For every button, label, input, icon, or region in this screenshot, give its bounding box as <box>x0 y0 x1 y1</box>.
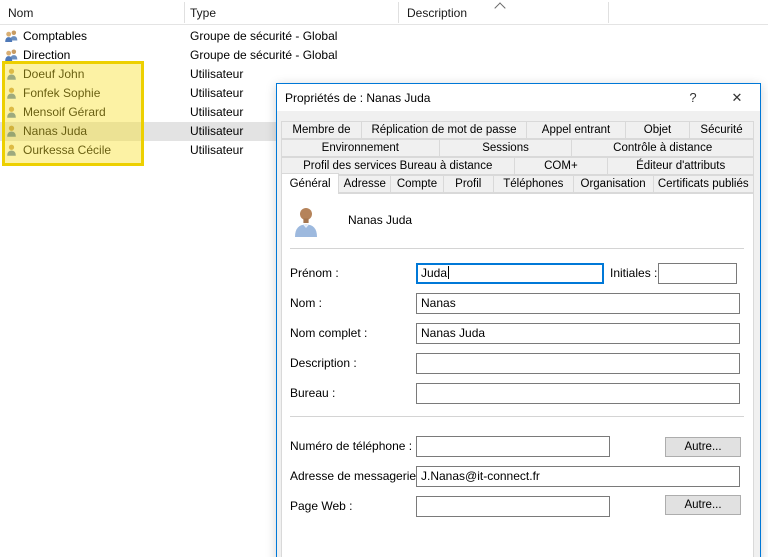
bureau-input[interactable] <box>416 383 740 404</box>
tab-replication[interactable]: Réplication de mot de passe <box>361 121 527 139</box>
column-divider[interactable] <box>608 2 609 23</box>
row-type: Groupe de sécurité - Global <box>190 48 338 62</box>
properties-dialog: Propriétés de : Nanas Juda ? ✕ Membre de… <box>276 83 761 557</box>
tab-securite[interactable]: Sécurité <box>689 121 754 139</box>
tab-row-2: Environnement Sessions Contrôle à distan… <box>281 139 754 157</box>
tab-controle-a-distance[interactable]: Contrôle à distance <box>571 139 754 157</box>
row-type: Utilisateur <box>190 143 244 157</box>
user-avatar-icon <box>295 208 317 237</box>
row-type: Utilisateur <box>190 86 244 100</box>
prenom-label: Prénom : <box>290 266 339 280</box>
row-name: Comptables <box>23 29 88 43</box>
group-icon <box>5 30 18 42</box>
column-divider[interactable] <box>184 2 185 23</box>
help-button[interactable]: ? <box>678 84 708 111</box>
nom-complet-input[interactable]: Nanas Juda <box>416 323 740 344</box>
close-icon[interactable]: ✕ <box>722 84 752 111</box>
tab-editeur-attributs[interactable]: Éditeur d'attributs <box>607 157 754 175</box>
dialog-title: Propriétés de : Nanas Juda <box>285 91 431 105</box>
list-row-comptables[interactable]: Comptables Groupe de sécurité - Global <box>0 27 610 46</box>
messagerie-input[interactable]: J.Nanas@it-connect.fr <box>416 466 740 487</box>
row-type: Groupe de sécurité - Global <box>190 29 338 43</box>
column-header-description[interactable]: Description <box>407 6 467 20</box>
row-type: Utilisateur <box>190 124 244 138</box>
page-web-input[interactable] <box>416 496 610 517</box>
description-input[interactable] <box>416 353 740 374</box>
tab-row-4: Général Adresse Compte Profil Téléphones… <box>281 173 755 194</box>
yellow-highlight-annotation <box>2 61 144 166</box>
tab-environnement[interactable]: Environnement <box>281 139 440 157</box>
page-web-autre-button[interactable]: Autre... <box>665 495 741 515</box>
section-divider <box>290 248 744 249</box>
messagerie-label: Adresse de messagerie : <box>290 469 423 483</box>
tab-sessions[interactable]: Sessions <box>438 139 573 157</box>
tab-strip: Membre de Réplication de mot de passe Ap… <box>281 121 755 194</box>
initiales-input[interactable] <box>658 263 737 284</box>
tab-profil[interactable]: Profil <box>442 175 494 193</box>
tab-com-plus[interactable]: COM+ <box>513 157 609 175</box>
tab-certificats-publies[interactable]: Certificats publiés <box>652 175 755 193</box>
telephone-label: Numéro de téléphone : <box>290 439 413 453</box>
general-tab-pane: Nanas Juda Prénom : Juda Initiales : Nom… <box>281 193 754 557</box>
prenom-input[interactable]: Juda <box>416 263 604 284</box>
nom-value: Nanas <box>421 296 456 310</box>
tab-objet[interactable]: Objet <box>625 121 690 139</box>
tab-row-3: Profil des services Bureau à distance CO… <box>281 157 754 175</box>
column-divider[interactable] <box>398 2 399 23</box>
tab-row-1: Membre de Réplication de mot de passe Ap… <box>281 121 754 139</box>
tab-membre-de[interactable]: Membre de <box>281 121 362 139</box>
dialog-titlebar[interactable]: Propriétés de : Nanas Juda ? ✕ <box>277 84 760 111</box>
messagerie-value: J.Nanas@it-connect.fr <box>421 469 540 483</box>
description-label: Description : <box>290 356 357 370</box>
sort-ascending-icon <box>494 2 506 14</box>
prenom-value: Juda <box>421 266 448 280</box>
bureau-label: Bureau : <box>290 386 336 400</box>
initiales-label: Initiales : <box>610 266 658 280</box>
list-header: Nom Type Description <box>0 0 768 25</box>
nom-complet-value: Nanas Juda <box>421 326 486 340</box>
tab-appel-entrant[interactable]: Appel entrant <box>526 121 626 139</box>
row-type: Utilisateur <box>190 105 244 119</box>
tab-organisation[interactable]: Organisation <box>572 175 654 193</box>
row-type: Utilisateur <box>190 67 244 81</box>
nom-input[interactable]: Nanas <box>416 293 740 314</box>
tab-general[interactable]: Général <box>281 173 340 194</box>
tab-telephones[interactable]: Téléphones <box>492 175 574 193</box>
telephone-autre-button[interactable]: Autre... <box>665 437 741 457</box>
section-divider <box>290 416 744 417</box>
column-header-type[interactable]: Type <box>190 6 216 20</box>
nom-complet-label: Nom complet : <box>290 326 368 340</box>
tab-adresse[interactable]: Adresse <box>338 175 392 193</box>
telephone-input[interactable] <box>416 436 610 457</box>
column-header-nom[interactable]: Nom <box>8 6 33 20</box>
tab-compte[interactable]: Compte <box>390 175 444 193</box>
screen: Nom Type Description Comptables Groupe d… <box>0 0 768 557</box>
text-caret <box>448 266 450 279</box>
page-web-label: Page Web : <box>290 499 353 513</box>
user-display-name: Nanas Juda <box>348 213 413 227</box>
nom-label: Nom : <box>290 296 323 310</box>
